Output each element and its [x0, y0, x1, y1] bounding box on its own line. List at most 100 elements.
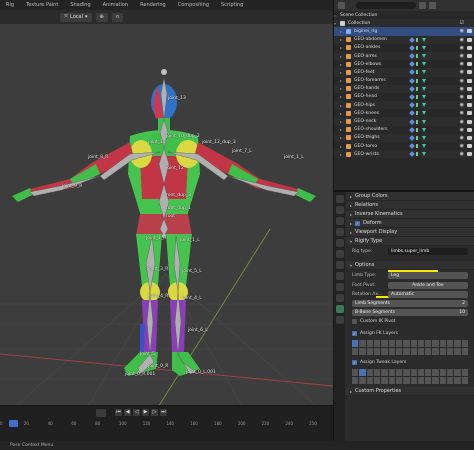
pivot-dropdown[interactable]: ⊕ [95, 12, 108, 22]
rig-type-field[interactable]: limbs.super_limb [388, 248, 468, 255]
eye-icon[interactable]: ◉ [460, 28, 464, 34]
outliner-item-mesh[interactable]: ▸ GEO-hips ◉ [334, 101, 474, 110]
world-tab-icon[interactable] [335, 239, 344, 247]
new-collection-icon[interactable] [429, 2, 436, 9]
custom-ik-pivot-row[interactable]: Custom IK Pivot [346, 317, 474, 326]
tweak-layer-grid[interactable] [352, 369, 468, 384]
scene-tab-icon[interactable] [335, 228, 344, 236]
tab-shading[interactable]: Shading [64, 0, 96, 10]
panel-deform[interactable]: ▸ ✓ Deform [346, 219, 474, 228]
constraints-tab-icon[interactable] [335, 283, 344, 291]
camera-icon[interactable] [467, 62, 472, 67]
next-key-icon[interactable]: ▷ [151, 409, 158, 416]
tab-scripting[interactable]: Scripting [215, 0, 249, 10]
limb-type-dropdown[interactable]: Leg [388, 272, 468, 279]
camera-icon[interactable] [467, 86, 472, 91]
outliner-item-mesh[interactable]: ▸ GEO-wrists ◉ [334, 150, 474, 159]
eye-icon[interactable]: ◉ [460, 53, 464, 59]
camera-icon[interactable] [467, 94, 472, 99]
3d-viewport[interactable]: joint_13 joint_10_dup_2 joint_12_dup_3 j… [0, 24, 333, 420]
camera-icon[interactable] [467, 103, 472, 108]
bone-tab-icon[interactable] [335, 305, 344, 313]
eye-icon[interactable]: ◉ [460, 69, 464, 75]
panel-custom-properties[interactable]: ▸ Custom Properties [346, 387, 474, 396]
panel-viewport-display[interactable]: ▸ Viewport Display [346, 228, 474, 237]
panel-group-colors[interactable]: ▸ Group Colors [346, 192, 474, 201]
camera-icon[interactable] [467, 135, 472, 140]
physics-tab-icon[interactable] [335, 272, 344, 280]
eye-icon[interactable]: ◉ [460, 61, 464, 67]
checkbox-icon[interactable]: ☑ [460, 20, 464, 26]
fk-layer-grid[interactable] [352, 340, 468, 355]
keyframe-indicator[interactable] [96, 409, 106, 417]
filter-icon[interactable] [419, 2, 426, 9]
outliner-item-mesh[interactable]: ▸ GEO-thighs ◉ [334, 133, 474, 142]
render-tab-icon[interactable] [335, 206, 344, 214]
assign-tweak-layers-checkbox[interactable]: ✓ [352, 360, 357, 365]
tab-animation[interactable]: Animation [97, 0, 135, 10]
outliner-item-mesh[interactable]: ▸ GEO-ankles ◉ [334, 44, 474, 52]
eye-icon[interactable]: ◉ [460, 86, 464, 92]
deform-checkbox[interactable]: ✓ [355, 220, 361, 226]
custom-ik-pivot-checkbox[interactable] [352, 319, 357, 324]
camera-icon[interactable] [467, 70, 472, 75]
bone-constraint-tab-icon[interactable] [335, 316, 344, 324]
eye-icon[interactable]: ◉ [460, 45, 464, 51]
outliner-item-mesh[interactable]: ▸ GEO-arms ◉ [334, 51, 474, 61]
outliner-item-mesh[interactable]: ▸ GEO-head ◉ [334, 93, 474, 101]
tab-rendering[interactable]: Rendering [134, 0, 172, 10]
jump-end-icon[interactable]: ⏭ [160, 409, 167, 416]
eye-icon[interactable]: ◉ [460, 143, 464, 149]
eye-icon[interactable]: ◉ [460, 78, 464, 84]
camera-icon[interactable] [467, 152, 472, 157]
object-tab-icon[interactable] [335, 250, 344, 258]
assign-fk-layers-row[interactable]: ✓ Assign FK Layers [346, 329, 474, 338]
eye-icon[interactable]: ◉ [460, 119, 464, 125]
eye-icon[interactable]: ◉ [460, 127, 464, 133]
camera-icon[interactable] [467, 144, 472, 149]
playhead[interactable] [9, 420, 18, 427]
outliner-item-mesh[interactable]: ▸ GEO-elbows ◉ [334, 60, 474, 68]
scene-collection-row[interactable]: ▫ Scene Collection [334, 11, 474, 19]
outliner-item-mesh[interactable]: ▸ GEO-shoulders ◉ [334, 126, 474, 134]
camera-icon[interactable] [467, 37, 472, 42]
assign-fk-layers-checkbox[interactable]: ✓ [352, 331, 357, 336]
camera-icon[interactable] [467, 29, 472, 34]
outliner-search-input[interactable] [356, 2, 416, 9]
snap-toggle[interactable]: ∩ [111, 12, 124, 22]
eye-icon[interactable]: ◉ [460, 151, 464, 157]
eye-icon[interactable]: ◉ [460, 102, 464, 108]
outliner-item-mesh[interactable]: ▸ GEO-knees ◉ [334, 109, 474, 117]
timeline[interactable]: ⏮ ◀ ◁ ▶ ▷ ⏭ 0 20 40 60 80 100 120 140 16… [0, 405, 333, 441]
jump-start-icon[interactable]: ⏮ [115, 409, 122, 416]
panel-options[interactable]: ▾ Options [346, 261, 474, 270]
tab-compositing[interactable]: Compositing [172, 0, 215, 10]
prev-key-icon[interactable]: ◀ [124, 409, 131, 416]
play-reverse-icon[interactable]: ◁ [133, 409, 140, 416]
collection-row[interactable]: ▾ Collection ☑ [334, 19, 474, 28]
outliner-item-rig[interactable]: ▸ biginei_rig ◉ [334, 27, 474, 36]
camera-icon[interactable] [467, 78, 472, 83]
limb-segments-field[interactable]: Limb Segments 2 [352, 300, 468, 307]
play-icon[interactable]: ▶ [142, 409, 149, 416]
display-mode-icon[interactable] [338, 2, 345, 9]
eye-icon[interactable]: ◉ [460, 37, 464, 43]
rotation-axis-dropdown[interactable]: Automatic [388, 291, 468, 298]
panel-inverse-kinematics[interactable]: ▸ Inverse Kinematics [346, 210, 474, 219]
outliner-item-mesh[interactable]: ▸ GEO-forearms ◉ [334, 77, 474, 85]
assign-tweak-layers-row[interactable]: ✓ Assign Tweak Layers [346, 358, 474, 367]
foot-pivot-dropdown[interactable]: Ankle and Toe [388, 282, 468, 289]
outliner-item-mesh[interactable]: ▸ GEO-abdomen ◉ [334, 35, 474, 44]
eye-icon[interactable]: ◉ [460, 94, 464, 100]
camera-icon[interactable] [467, 119, 472, 124]
panel-rigify-type[interactable]: ▾ Rigify Type [346, 237, 474, 246]
eye-icon[interactable]: ◉ [460, 135, 464, 141]
transform-orientation-dropdown[interactable]: ⤧ Local ▾ [60, 12, 92, 22]
tab-rig[interactable]: Rig [0, 0, 20, 10]
modifier-tab-icon[interactable] [335, 261, 344, 269]
tab-texture-paint[interactable]: Texture Paint [20, 0, 64, 10]
outliner-item-mesh[interactable]: ▸ GEO-neck ◉ [334, 117, 474, 126]
camera-icon[interactable] [467, 54, 472, 59]
eye-icon[interactable]: ◉ [460, 110, 464, 116]
outliner-item-mesh[interactable]: ▸ GEO-feet ◉ [334, 68, 474, 77]
